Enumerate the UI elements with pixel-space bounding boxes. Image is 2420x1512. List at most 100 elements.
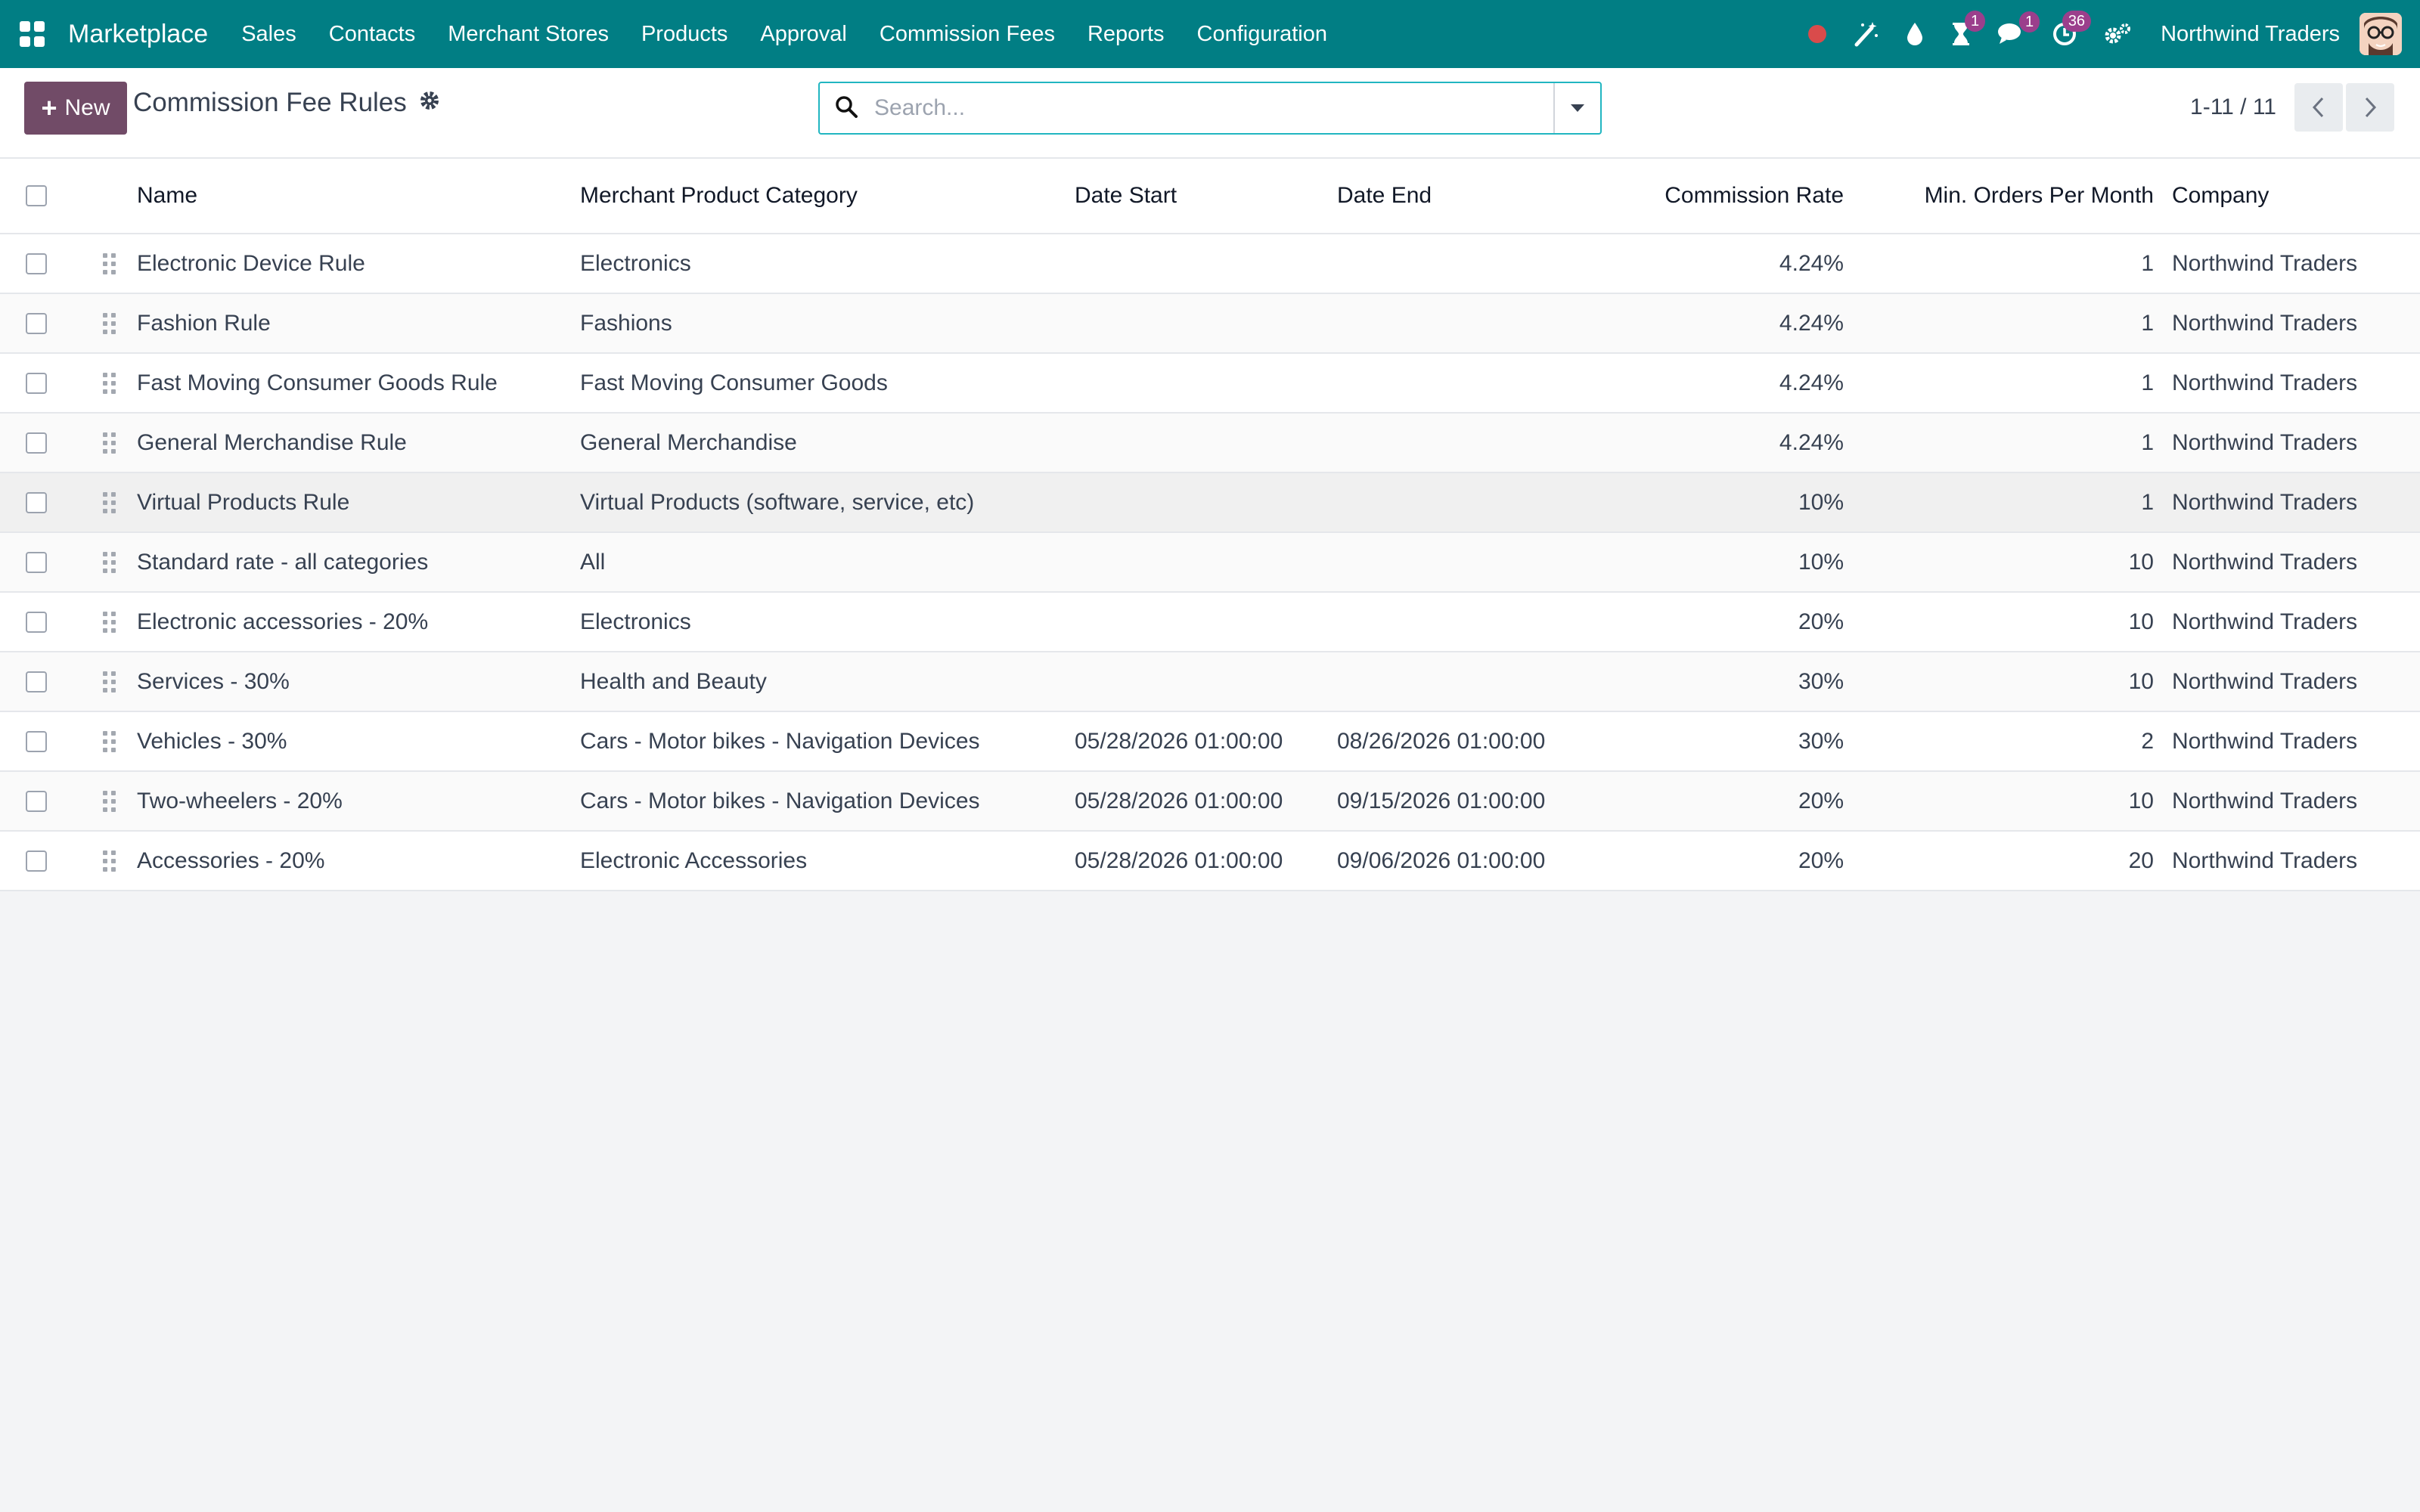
cell-date-start[interactable]	[1075, 472, 1337, 533]
cell-date-start[interactable]	[1075, 652, 1337, 712]
row-checkbox[interactable]	[26, 491, 47, 513]
table-row[interactable]: Standard rate - all categories All 10% 1…	[0, 532, 2420, 593]
table-row[interactable]: Accessories - 20% Electronic Accessories…	[0, 831, 2420, 891]
row-checkbox[interactable]	[26, 372, 47, 394]
cell-name[interactable]: Standard rate - all categories	[126, 532, 580, 593]
cell-company[interactable]: Northwind Traders	[2172, 234, 2420, 294]
clock-icon[interactable]: 36	[2052, 11, 2092, 47]
menu-products[interactable]: Products	[641, 22, 728, 47]
row-checkbox[interactable]	[26, 312, 47, 334]
table-row[interactable]: Services - 30% Health and Beauty 30% 10 …	[0, 652, 2420, 712]
user-avatar[interactable]	[2360, 13, 2402, 55]
cell-category[interactable]: Electronics	[580, 592, 1075, 652]
cell-min-orders[interactable]: 10	[1862, 771, 2172, 832]
drag-handle-icon[interactable]	[103, 850, 116, 872]
drag-handle-icon[interactable]	[103, 491, 116, 513]
company-switcher[interactable]: Northwind Traders	[2161, 22, 2340, 47]
drag-handle-icon[interactable]	[103, 790, 116, 812]
cell-category[interactable]: Electronic Accessories	[580, 831, 1075, 891]
record-icon[interactable]	[1808, 25, 1827, 43]
menu-configuration[interactable]: Configuration	[1197, 22, 1328, 47]
table-row[interactable]: Two-wheelers - 20% Cars - Motor bikes - …	[0, 771, 2420, 832]
cell-date-end[interactable]	[1337, 234, 1609, 294]
cell-min-orders[interactable]: 1	[1862, 413, 2172, 473]
menu-merchant-stores[interactable]: Merchant Stores	[448, 22, 609, 47]
row-checkbox[interactable]	[26, 432, 47, 454]
gear-icon[interactable]	[419, 88, 440, 118]
column-header-name[interactable]: Name	[126, 159, 580, 234]
cell-commission-rate[interactable]: 10%	[1609, 472, 1862, 533]
cell-min-orders[interactable]: 20	[1862, 831, 2172, 891]
cell-name[interactable]: Virtual Products Rule	[126, 472, 580, 533]
row-checkbox[interactable]	[26, 253, 47, 274]
column-header-company[interactable]: Company	[2172, 159, 2420, 234]
drag-handle-icon[interactable]	[103, 372, 116, 394]
column-header-date-start[interactable]: Date Start	[1075, 159, 1337, 234]
drag-handle-icon[interactable]	[103, 611, 116, 633]
new-button[interactable]: + New	[24, 82, 127, 135]
column-header-min-orders[interactable]: Min. Orders Per Month	[1862, 159, 2172, 234]
settings-gears-icon[interactable]	[2103, 22, 2132, 46]
cell-company[interactable]: Northwind Traders	[2172, 771, 2420, 832]
cell-date-end[interactable]	[1337, 592, 1609, 652]
cell-company[interactable]: Northwind Traders	[2172, 652, 2420, 712]
cell-date-start[interactable]: 05/28/2026 01:00:00	[1075, 831, 1337, 891]
cell-date-end[interactable]	[1337, 413, 1609, 473]
cell-category[interactable]: Fashions	[580, 293, 1075, 354]
cell-date-start[interactable]: 05/28/2026 01:00:00	[1075, 711, 1337, 772]
magic-wand-icon[interactable]	[1852, 20, 1879, 48]
table-row[interactable]: Electronic Device Rule Electronics 4.24%…	[0, 234, 2420, 294]
cell-min-orders[interactable]: 1	[1862, 293, 2172, 354]
cell-name[interactable]: General Merchandise Rule	[126, 413, 580, 473]
apps-menu-icon[interactable]	[20, 21, 45, 47]
cell-date-start[interactable]	[1075, 413, 1337, 473]
table-row[interactable]: Fast Moving Consumer Goods Rule Fast Mov…	[0, 353, 2420, 414]
cell-min-orders[interactable]: 10	[1862, 532, 2172, 593]
column-header-commission-rate[interactable]: Commission Rate	[1609, 159, 1862, 234]
cell-commission-rate[interactable]: 30%	[1609, 652, 1862, 712]
menu-commission-fees[interactable]: Commission Fees	[880, 22, 1055, 47]
cell-category[interactable]: Cars - Motor bikes - Navigation Devices	[580, 771, 1075, 832]
cell-company[interactable]: Northwind Traders	[2172, 831, 2420, 891]
drag-handle-icon[interactable]	[103, 671, 116, 692]
cell-date-start[interactable]	[1075, 293, 1337, 354]
cell-category[interactable]: Fast Moving Consumer Goods	[580, 353, 1075, 414]
row-checkbox[interactable]	[26, 551, 47, 573]
drag-handle-icon[interactable]	[103, 551, 116, 573]
cell-company[interactable]: Northwind Traders	[2172, 413, 2420, 473]
cell-company[interactable]: Northwind Traders	[2172, 353, 2420, 414]
cell-category[interactable]: General Merchandise	[580, 413, 1075, 473]
cell-name[interactable]: Vehicles - 30%	[126, 711, 580, 772]
cell-commission-rate[interactable]: 30%	[1609, 711, 1862, 772]
column-header-category[interactable]: Merchant Product Category	[580, 159, 1075, 234]
cell-name[interactable]: Fashion Rule	[126, 293, 580, 354]
select-all-checkbox[interactable]	[26, 185, 47, 206]
cell-commission-rate[interactable]: 4.24%	[1609, 293, 1862, 354]
cell-min-orders[interactable]: 1	[1862, 234, 2172, 294]
drag-handle-icon[interactable]	[103, 730, 116, 752]
search-input[interactable]	[873, 85, 1553, 132]
cell-date-end[interactable]	[1337, 532, 1609, 593]
cell-name[interactable]: Electronic Device Rule	[126, 234, 580, 294]
activity-icon[interactable]: 1	[1950, 11, 1986, 47]
cell-date-start[interactable]: 05/28/2026 01:00:00	[1075, 771, 1337, 832]
cell-commission-rate[interactable]: 4.24%	[1609, 413, 1862, 473]
cell-commission-rate[interactable]: 20%	[1609, 592, 1862, 652]
menu-approval[interactable]: Approval	[760, 22, 846, 47]
cell-name[interactable]: Electronic accessories - 20%	[126, 592, 580, 652]
cell-commission-rate[interactable]: 20%	[1609, 831, 1862, 891]
cell-date-start[interactable]	[1075, 353, 1337, 414]
menu-sales[interactable]: Sales	[241, 22, 296, 47]
pager-next-button[interactable]	[2346, 83, 2394, 132]
table-row[interactable]: Vehicles - 30% Cars - Motor bikes - Navi…	[0, 711, 2420, 772]
cell-commission-rate[interactable]: 4.24%	[1609, 353, 1862, 414]
menu-reports[interactable]: Reports	[1087, 22, 1165, 47]
cell-company[interactable]: Northwind Traders	[2172, 293, 2420, 354]
table-row[interactable]: Electronic accessories - 20% Electronics…	[0, 592, 2420, 652]
cell-company[interactable]: Northwind Traders	[2172, 472, 2420, 533]
cell-min-orders[interactable]: 1	[1862, 472, 2172, 533]
cell-name[interactable]: Accessories - 20%	[126, 831, 580, 891]
cell-date-start[interactable]	[1075, 532, 1337, 593]
search-options-toggle[interactable]	[1553, 83, 1600, 133]
cell-date-end[interactable]: 09/15/2026 01:00:00	[1337, 771, 1609, 832]
